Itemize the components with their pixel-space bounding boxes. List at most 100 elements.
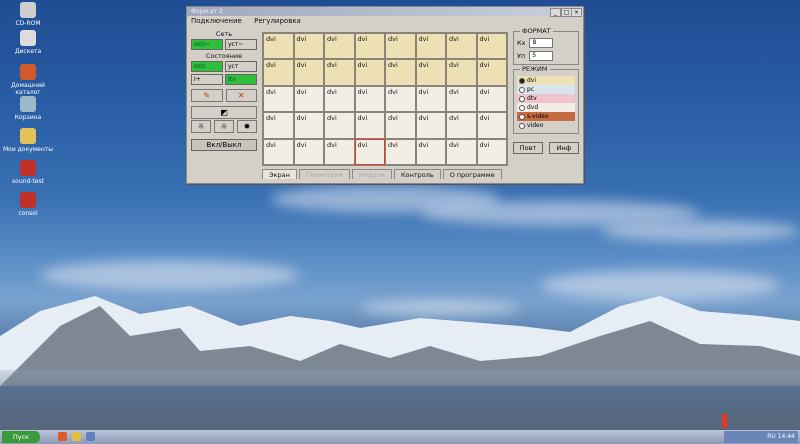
grid-cell[interactable]: dvi	[355, 86, 384, 112]
radio-dot-icon[interactable]	[519, 122, 525, 129]
radio-dot-icon[interactable]	[519, 113, 525, 120]
mode-option-dvd[interactable]: dvd	[517, 103, 575, 112]
radio-dot-icon[interactable]	[519, 77, 525, 84]
grid-cell[interactable]: dvi	[325, 139, 354, 164]
grid-cell[interactable]: dvi	[447, 34, 476, 59]
close-button[interactable]: ×	[571, 8, 582, 17]
grid-cell[interactable]: dvi	[264, 34, 293, 59]
grid-cell[interactable]: dvi	[294, 34, 323, 59]
terminal-icon[interactable]	[86, 432, 95, 441]
desktop-icon[interactable]: Домашний каталог	[0, 64, 56, 96]
grid-cell[interactable]: dvi	[325, 113, 354, 138]
grid-cell[interactable]: dvi	[325, 86, 354, 112]
yn-spinner[interactable]: 5	[529, 51, 554, 61]
tab-control[interactable]: Контроль	[394, 169, 441, 179]
radio-dot-icon[interactable]	[519, 95, 525, 102]
desktop-icon[interactable]: CD-ROM	[0, 2, 56, 27]
tab-geometry[interactable]: Геометрия	[298, 169, 350, 179]
grid-cell[interactable]: dvi	[477, 139, 506, 164]
grid-cell[interactable]: dvi	[386, 113, 415, 138]
grid-cell[interactable]: dvi	[416, 34, 445, 59]
desktop-icon[interactable]: consol	[0, 192, 56, 217]
grid-cell[interactable]: dvi	[477, 34, 506, 59]
grid-cell[interactable]: dvi	[447, 60, 476, 85]
grid-cell[interactable]: dvi	[325, 60, 354, 85]
grid-cell[interactable]: dvi	[386, 86, 415, 112]
radio-dot-icon[interactable]	[519, 104, 525, 111]
grid-cell[interactable]: dvi	[294, 113, 323, 138]
grid-cell-label: dvi	[327, 35, 337, 43]
state-osp-indicator: осп	[191, 61, 223, 72]
desktop-icon-label: sound-test	[12, 178, 44, 185]
minimize-button[interactable]: _	[550, 8, 561, 17]
info-button[interactable]: Инф	[549, 142, 579, 154]
repeat-button[interactable]: Повт	[513, 142, 543, 154]
mode-option-label: dtv	[527, 95, 537, 102]
grid-cell[interactable]: dvi	[264, 60, 293, 85]
grid-cell-label: dvi	[296, 114, 307, 123]
grid-cell[interactable]: dvi	[294, 60, 323, 85]
start-button[interactable]: Пуск	[2, 431, 40, 443]
grid-cell-label: dvi	[479, 35, 490, 43]
grid-cell[interactable]: dvi	[447, 139, 476, 164]
desktop-icon-label: Домашний каталог	[11, 82, 45, 96]
grid-cell[interactable]: dvi	[355, 113, 384, 138]
grid-cell[interactable]: dvi	[386, 139, 415, 164]
grid-cell[interactable]: dvi	[264, 86, 293, 112]
grid-cell[interactable]: dvi	[355, 60, 384, 85]
power-toggle-button[interactable]: Вкл/Выкл	[191, 139, 257, 151]
brightness-down-icon[interactable]: ✹	[237, 120, 257, 133]
grid-cell[interactable]: dvi	[386, 60, 415, 85]
grid-cell[interactable]: dvi	[294, 139, 323, 164]
grid-cell[interactable]: dvi	[294, 86, 323, 112]
grid-cell[interactable]: dvi	[416, 113, 445, 138]
kh-spinner[interactable]: 8	[529, 38, 554, 48]
tab-screen[interactable]: Экран	[262, 169, 297, 179]
grid-cell[interactable]: dvi	[386, 34, 415, 59]
grid-cell[interactable]: dvi	[447, 86, 476, 112]
grid-cell[interactable]: dvi	[416, 86, 445, 112]
brightness-up-icon[interactable]: ☼	[191, 120, 211, 133]
folder-icon[interactable]	[72, 432, 81, 441]
desktop-icon[interactable]: Дискета	[0, 30, 56, 55]
browser-icon[interactable]	[58, 432, 67, 441]
grid-cell-label: dvi	[449, 114, 459, 123]
grid-cell[interactable]: dvi	[477, 86, 506, 112]
grid-cell[interactable]: dvi	[447, 113, 476, 138]
window-titlebar[interactable]: Форм.вт 2 _ □ ×	[187, 7, 583, 17]
grid-cell[interactable]: dvi	[325, 34, 354, 59]
mode-option-pc[interactable]: pc	[517, 85, 575, 94]
radio-dot-icon[interactable]	[519, 86, 525, 93]
mode-option-s-video[interactable]: s-video	[517, 112, 575, 121]
grid-cell[interactable]: dvi	[477, 113, 506, 138]
grid-cell[interactable]: dvi	[354, 138, 385, 166]
grid-cell[interactable]: dvi	[264, 113, 293, 138]
net-ust-button[interactable]: уст~	[225, 39, 257, 50]
grid-cell[interactable]: dvi	[477, 60, 506, 85]
mode-option-video[interactable]: video	[517, 121, 575, 130]
menu-connection[interactable]: Подключение	[191, 17, 242, 25]
grid-cell[interactable]: dvi	[416, 60, 445, 85]
grid-cell[interactable]: dvi	[416, 139, 445, 164]
menu-adjustment[interactable]: Регулировка	[254, 17, 301, 25]
grid-cell[interactable]: dvi	[355, 34, 384, 59]
desktop-icon[interactable]: Корзина	[0, 96, 56, 121]
tab-about[interactable]: О программе	[442, 169, 502, 179]
mode-option-dvi[interactable]: dvi	[517, 76, 575, 85]
mode-option-label: pc	[527, 86, 535, 93]
grid-cell-label: dvi	[388, 35, 398, 43]
net-osp-button[interactable]: осп~	[191, 39, 223, 50]
contrast-icon[interactable]: ◩	[191, 106, 257, 119]
mode-option-dtv[interactable]: dtv	[517, 94, 575, 103]
brightness-mid-icon[interactable]: ☼	[214, 120, 234, 133]
tab-modules[interactable]: Модули	[351, 169, 393, 179]
grid-cell-label: dvi	[266, 35, 276, 43]
desktop-icon[interactable]: Мои документы	[0, 128, 56, 153]
grid-cell[interactable]: dvi	[264, 139, 293, 164]
cross-tool-icon[interactable]: ✕	[225, 89, 257, 102]
state-ust-indicator: уст	[225, 61, 257, 72]
grid-cell-label: dvi	[327, 61, 337, 70]
desktop-icon[interactable]: sound-test	[0, 160, 56, 185]
screen-grid: dvi dvi dvi dvi dvi dvi dvi dvi dvi dvi dvi dvi dvi d…	[262, 32, 508, 166]
pen-tool-icon[interactable]: ✎	[191, 89, 223, 102]
